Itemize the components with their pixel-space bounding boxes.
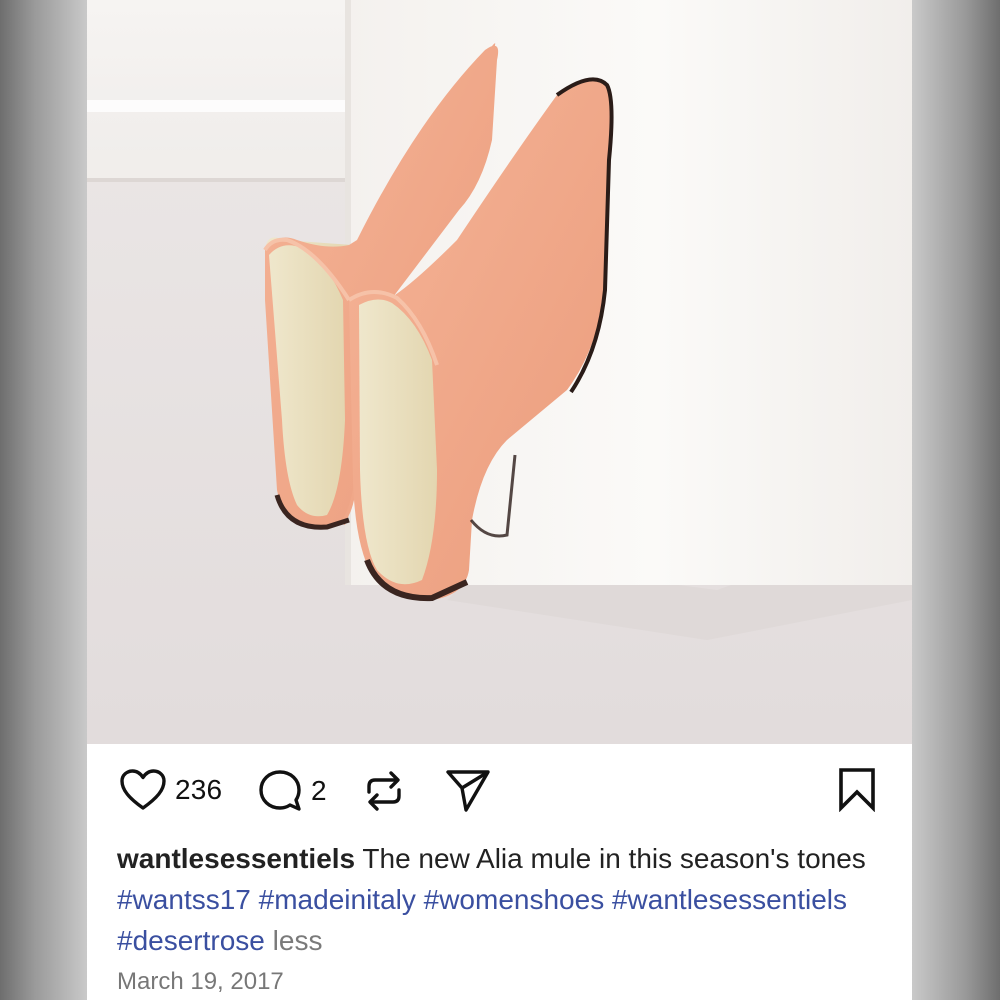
repost-arrows-icon xyxy=(367,771,401,811)
hashtag-link[interactable]: #madeinitaly xyxy=(259,884,416,915)
left-backdrop xyxy=(0,0,87,1000)
comment-count: 2 xyxy=(311,775,327,806)
shoes-illustration xyxy=(87,0,912,744)
heart-icon xyxy=(120,769,166,810)
bookmark-icon xyxy=(839,768,875,812)
comment-button[interactable]: 2 xyxy=(257,768,327,814)
like-count: 236 xyxy=(175,774,223,805)
hashtag-link[interactable]: #wantss17 xyxy=(117,884,251,915)
caption-text: The new Alia mule in this season's tones xyxy=(362,843,866,874)
repost-button[interactable] xyxy=(361,768,407,814)
share-button[interactable] xyxy=(444,766,492,814)
send-paper-plane-icon xyxy=(446,770,490,812)
save-button[interactable] xyxy=(835,766,879,812)
post-card: 236 2 wantlesessentiels The new Alia mul… xyxy=(87,0,912,1000)
show-less-link[interactable]: less xyxy=(273,925,323,956)
right-backdrop xyxy=(912,0,1000,1000)
caption-username[interactable]: wantlesessentiels xyxy=(117,843,355,874)
hashtag-link[interactable]: #womenshoes xyxy=(424,884,605,915)
post-caption: wantlesessentiels The new Alia mule in t… xyxy=(117,838,887,961)
comment-bubble-icon xyxy=(259,770,301,811)
post-photo[interactable] xyxy=(87,0,912,744)
hashtag-link[interactable]: #desertrose xyxy=(117,925,265,956)
like-button[interactable]: 236 xyxy=(119,768,222,812)
hashtag-link[interactable]: #wantlesessentiels xyxy=(612,884,847,915)
post-action-bar: 236 2 xyxy=(87,744,912,834)
post-date: March 19, 2017 xyxy=(117,968,284,995)
